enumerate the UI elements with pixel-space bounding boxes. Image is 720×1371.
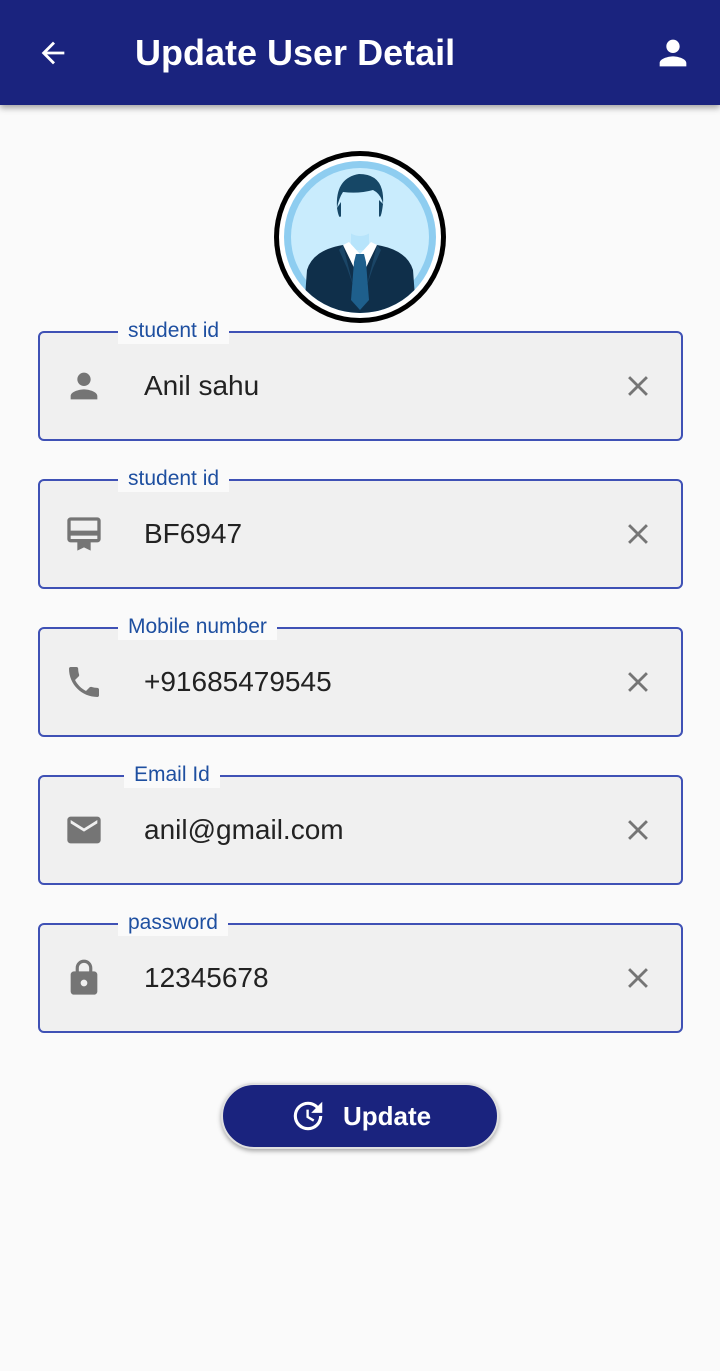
student-name-field[interactable]: student id [38,318,683,441]
field-label: Mobile number [118,614,277,640]
email-field[interactable]: Email Id [38,762,683,885]
password-field[interactable]: password [38,910,683,1033]
update-button-label: Update [342,1100,432,1131]
page-title: Update User Detail [135,32,456,73]
student-id-field[interactable]: student id [38,466,683,589]
clear-icon[interactable] [619,515,657,553]
user-avatar-image [274,151,446,323]
card-membership-icon [62,514,106,554]
clear-icon[interactable] [619,367,657,405]
back-button[interactable] [30,30,76,76]
field-label: student id [118,466,230,492]
phone-icon [62,662,106,702]
person-icon [62,366,106,406]
password-input[interactable] [144,958,584,998]
account-button[interactable] [650,30,696,76]
email-icon [62,810,106,850]
clear-icon[interactable] [619,811,657,849]
clear-icon[interactable] [619,663,657,701]
person-icon [659,39,687,67]
update-icon [293,1101,323,1131]
lock-icon [62,958,106,998]
clear-icon[interactable] [619,959,657,997]
mobile-number-input[interactable] [144,662,584,702]
field-label: password [118,910,228,936]
student-id-input[interactable] [144,514,584,554]
app-bar: Update User Detail [0,0,720,105]
avatar[interactable] [273,150,447,324]
email-input[interactable] [144,810,584,850]
field-label: Email Id [124,762,220,788]
student-name-input[interactable] [144,366,584,406]
mobile-number-field[interactable]: Mobile number [38,614,683,737]
update-button[interactable]: Update [221,1083,499,1149]
field-label: student id [118,318,230,344]
arrow-back-icon [41,41,65,65]
